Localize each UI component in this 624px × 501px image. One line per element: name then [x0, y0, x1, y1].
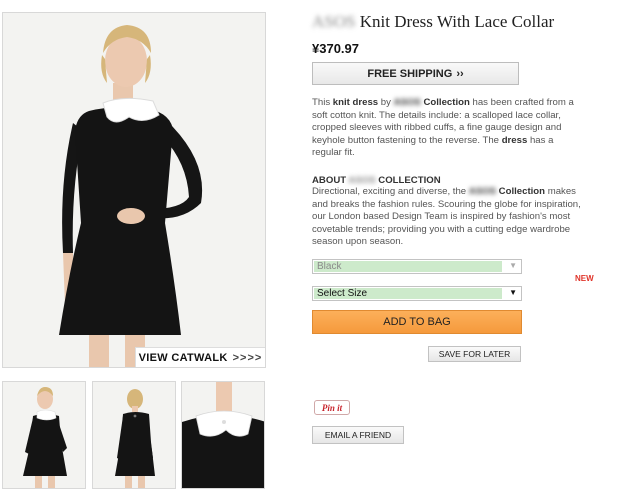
free-shipping-button[interactable]: FREE SHIPPING ›› [312, 62, 519, 85]
brand-redacted: ASOS [312, 12, 356, 31]
description-keyword: dress [501, 134, 528, 146]
double-chevron-right-icon: ›› [456, 67, 464, 80]
size-select[interactable]: Select Size ▼ [312, 286, 522, 301]
brand-redacted: ASOS [468, 186, 496, 197]
description-text: by [378, 97, 394, 108]
product-price: ¥370.97 [312, 41, 359, 56]
thumbnail-front[interactable] [2, 381, 86, 489]
description-keyword: Collection [420, 97, 470, 108]
add-to-bag-button[interactable]: ADD TO BAG [312, 310, 522, 334]
about-text: Directional, exciting and diverse, the [312, 186, 469, 197]
new-badge: NEW [575, 274, 594, 283]
pin-it-button[interactable]: Pin it [314, 400, 350, 415]
thumbnail-collar-photo [182, 382, 264, 488]
view-catwalk-button[interactable]: VIEW CATWALK >>>> [135, 347, 265, 367]
about-heading: ABOUT ASOS COLLECTION [312, 175, 441, 186]
brand-redacted: ASOS [393, 97, 421, 108]
product-title-text: Knit Dress With Lace Collar [355, 12, 555, 31]
email-a-friend-button[interactable]: EMAIL A FRIEND [312, 426, 404, 444]
main-product-image[interactable]: VIEW CATWALK >>>> [2, 12, 266, 368]
colour-select-value: Black [317, 261, 342, 272]
colour-select[interactable]: Black ▼ [312, 259, 522, 274]
model-photo [3, 13, 265, 367]
free-shipping-label: FREE SHIPPING [367, 67, 453, 80]
chevrons-right-icon: >>>> [232, 351, 263, 364]
product-title: ASOS Knit Dress With Lace Collar [312, 12, 612, 32]
description-keyword: knit dress [332, 97, 379, 108]
thumbnail-back[interactable] [92, 381, 176, 489]
view-catwalk-label: VIEW CATWALK [138, 351, 228, 364]
thumbnail-front-photo [3, 382, 85, 488]
chevron-down-icon: ▼ [509, 261, 517, 270]
save-for-later-button[interactable]: SAVE FOR LATER [428, 346, 521, 362]
thumbnail-collar-detail[interactable] [181, 381, 265, 489]
product-description: This knit dress by ASOS Collection has b… [312, 97, 584, 160]
chevron-down-icon: ▼ [509, 288, 517, 297]
about-description: Directional, exciting and diverse, the A… [312, 186, 587, 249]
brand-redacted: ASOS [348, 175, 376, 186]
about-heading-text: COLLECTION [375, 175, 441, 186]
size-select-value: Select Size [317, 288, 368, 299]
about-keyword: Collection [495, 186, 546, 197]
about-heading-text: ABOUT [312, 175, 349, 186]
thumbnail-back-photo [93, 382, 175, 488]
description-text: This [312, 97, 333, 108]
